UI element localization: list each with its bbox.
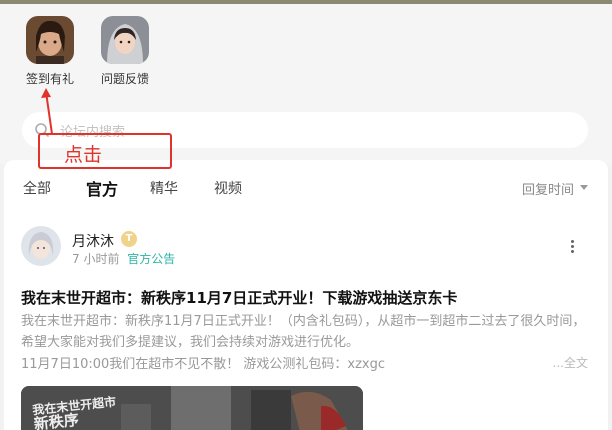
- author-badge: T: [121, 231, 137, 247]
- feedback-entry[interactable]: 问题反馈: [95, 16, 155, 87]
- author-avatar[interactable]: [21, 226, 61, 266]
- tab-official-label: 官方: [86, 180, 119, 199]
- author-name[interactable]: 月沐沐: [72, 231, 114, 251]
- tab-official[interactable]: 官方: [86, 176, 119, 203]
- annotation-text: 点击: [64, 144, 103, 166]
- post-feed: 全部 官方 精华 视频 回复时间 月沐沐 T 7 小时前 官方公告 我在末世开超…: [4, 160, 608, 430]
- feedback-label: 问题反馈: [100, 72, 149, 86]
- tab-all[interactable]: 全部: [23, 178, 51, 198]
- checkin-label: 签到有礼: [25, 72, 74, 86]
- tab-video[interactable]: 视频: [214, 178, 242, 198]
- sort-label: 回复时间: [521, 183, 574, 198]
- post-category-tag[interactable]: 官方公告: [127, 252, 175, 266]
- more-options-icon[interactable]: [567, 240, 577, 256]
- sort-dropdown[interactable]: 回复时间: [521, 179, 588, 198]
- expand-full-text-link[interactable]: ...全文: [553, 354, 588, 371]
- post-meta: 7 小时前 官方公告: [72, 250, 175, 267]
- post-title[interactable]: 我在末世开超市：新秩序11月7日正式开业！下载游戏抽送京东卡: [21, 287, 457, 308]
- checkin-reward-entry[interactable]: 签到有礼: [20, 16, 80, 87]
- post-body-line3[interactable]: 11月7日10:00我们在超市不见不散！ 游戏公测礼包码：xzxgc: [21, 353, 385, 372]
- post-time: 7 小时前: [72, 252, 120, 266]
- feedback-avatar-icon: [101, 16, 149, 64]
- annotation-arrow-icon: [41, 88, 53, 135]
- post-body[interactable]: 我在末世开超市：新秩序11月7日正式开业！（内含礼包码），从超市一到超市二过去了…: [21, 311, 591, 353]
- tab-featured[interactable]: 精华: [150, 178, 178, 198]
- annotation-box: [38, 133, 172, 169]
- caret-down-icon: [580, 185, 588, 190]
- post-cover-image[interactable]: 我在末世开超市 新秩序: [21, 386, 363, 430]
- checkin-avatar-icon: [26, 16, 74, 64]
